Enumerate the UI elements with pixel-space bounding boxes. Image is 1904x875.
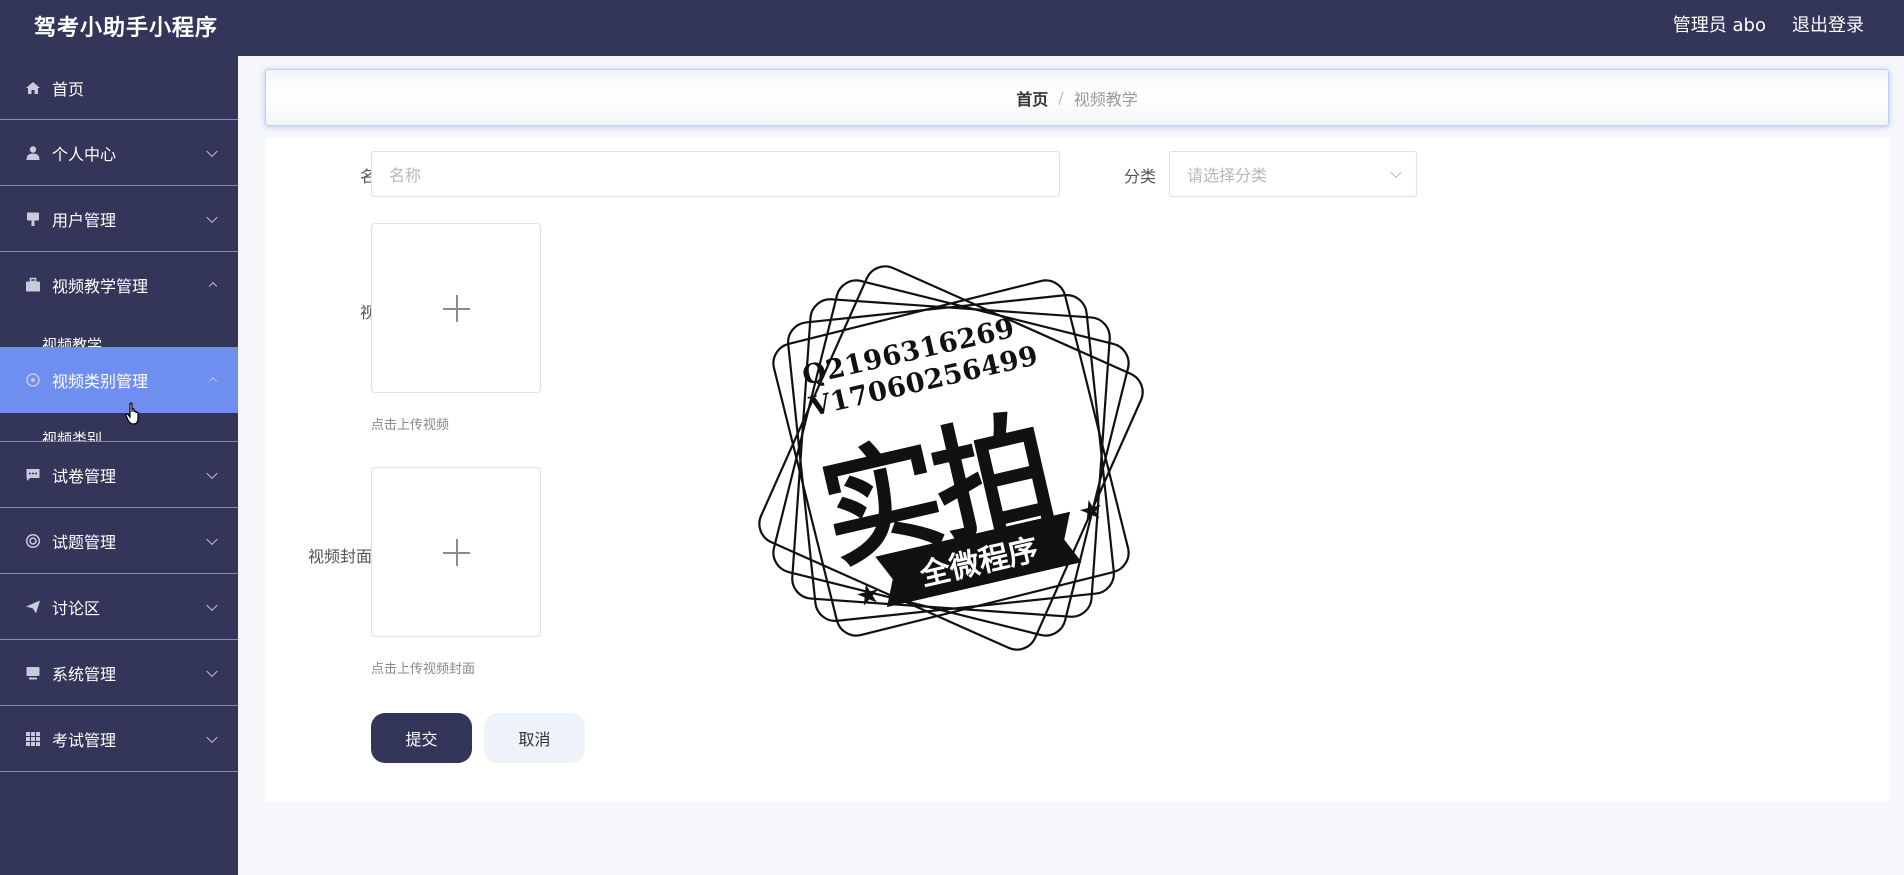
breadcrumb: 首页 / 视频教学 — [265, 69, 1889, 126]
logout-button[interactable]: 退出登录 — [1792, 11, 1864, 37]
sidebar-subitem-video-teaching[interactable]: 视频教学 — [0, 318, 238, 347]
top-right-area: 管理员 abo 退出登录 — [1673, 11, 1864, 37]
cover-upload-hint: 点击上传视频封面 — [371, 662, 476, 677]
sidebar-item-label: 系统管理 — [52, 664, 117, 684]
video-upload-button[interactable] — [371, 223, 541, 393]
submit-button[interactable]: 提交 — [371, 713, 472, 763]
sidebar-item-question-management[interactable]: 试题管理 — [0, 508, 238, 574]
sidebar-item-label: 讨论区 — [52, 598, 101, 618]
hand-cursor-icon — [125, 402, 139, 425]
user-manage-icon — [24, 210, 42, 228]
user-label: 管理员 abo — [1672, 15, 1766, 36]
category-label: 分类 — [1123, 167, 1156, 186]
sidebar-item-video-category-management[interactable]: 视频类别管理 — [0, 347, 238, 413]
chevron-up-icon — [208, 376, 218, 386]
chevron-up-icon — [208, 281, 218, 291]
category-select[interactable]: 请选择分类 — [1169, 151, 1417, 197]
top-bar: 驾考小助手小程序 管理员 abo 退出登录 — [0, 0, 1904, 56]
chevron-down-icon — [206, 731, 218, 743]
video-upload-hint: 点击上传视频 — [371, 418, 450, 433]
home-icon — [24, 79, 42, 97]
sidebar-item-video-teaching-management[interactable]: 视频教学管理 — [0, 252, 238, 318]
chat-icon — [24, 466, 42, 484]
sidebar-item-label: 首页 — [52, 79, 85, 99]
grid-icon — [24, 730, 42, 748]
breadcrumb-current: 视频教学 — [1073, 89, 1138, 109]
sidebar-subitem-video-category[interactable]: 视频类别 — [0, 413, 238, 442]
sidebar-item-exam-paper-management[interactable]: 试卷管理 — [0, 442, 238, 508]
sidebar-item-label: 考试管理 — [52, 730, 117, 750]
name-input[interactable]: 名称 — [371, 151, 1060, 197]
chevron-down-icon — [206, 599, 218, 611]
sidebar-item-exam-management[interactable]: 考试管理 — [0, 706, 238, 772]
sidebar-item-label: 试题管理 — [52, 532, 117, 552]
sidebar-item-label: 视频类别管理 — [52, 372, 149, 391]
chevron-down-icon — [206, 665, 218, 677]
sidebar-item-label: 个人中心 — [52, 144, 117, 164]
sidebar: 首页 个人中心 用户管理 视频教学管理 视频教学 视频类别管理 视频类别 试卷管… — [0, 56, 238, 875]
lifebuoy-icon — [24, 532, 42, 550]
send-icon — [24, 598, 42, 616]
sidebar-item-home[interactable]: 首页 — [0, 56, 238, 120]
cover-upload-button[interactable] — [371, 467, 541, 637]
sidebar-item-label: 视频教学管理 — [52, 277, 149, 296]
cover-label: 视频封面 — [307, 547, 372, 566]
briefcase-icon — [24, 276, 42, 294]
chevron-down-icon — [206, 467, 218, 479]
chevron-down-icon — [206, 211, 218, 223]
chevron-down-icon — [206, 145, 218, 157]
sidebar-item-label: 试卷管理 — [52, 466, 117, 486]
app-title: 驾考小助手小程序 — [34, 16, 219, 41]
breadcrumb-separator: / — [1058, 88, 1064, 107]
sidebar-item-personal-center[interactable]: 个人中心 — [0, 120, 238, 186]
chevron-down-icon — [1390, 166, 1402, 179]
sidebar-item-discussion[interactable]: 讨论区 — [0, 574, 238, 640]
monitor-icon — [24, 664, 42, 682]
person-icon — [24, 144, 42, 162]
sidebar-item-label: 用户管理 — [52, 210, 117, 230]
sidebar-item-system-management[interactable]: 系统管理 — [0, 640, 238, 706]
chevron-down-icon — [206, 533, 218, 545]
circle-icon — [24, 371, 42, 389]
sidebar-item-user-management[interactable]: 用户管理 — [0, 186, 238, 252]
cancel-button[interactable]: 取消 — [484, 713, 585, 763]
breadcrumb-home-link[interactable]: 首页 — [1016, 86, 1048, 110]
form-panel: 名称 名称 分类 请选择分类 视频 点击上传视频 视频封面 点击上传视频封面 提… — [265, 138, 1889, 802]
